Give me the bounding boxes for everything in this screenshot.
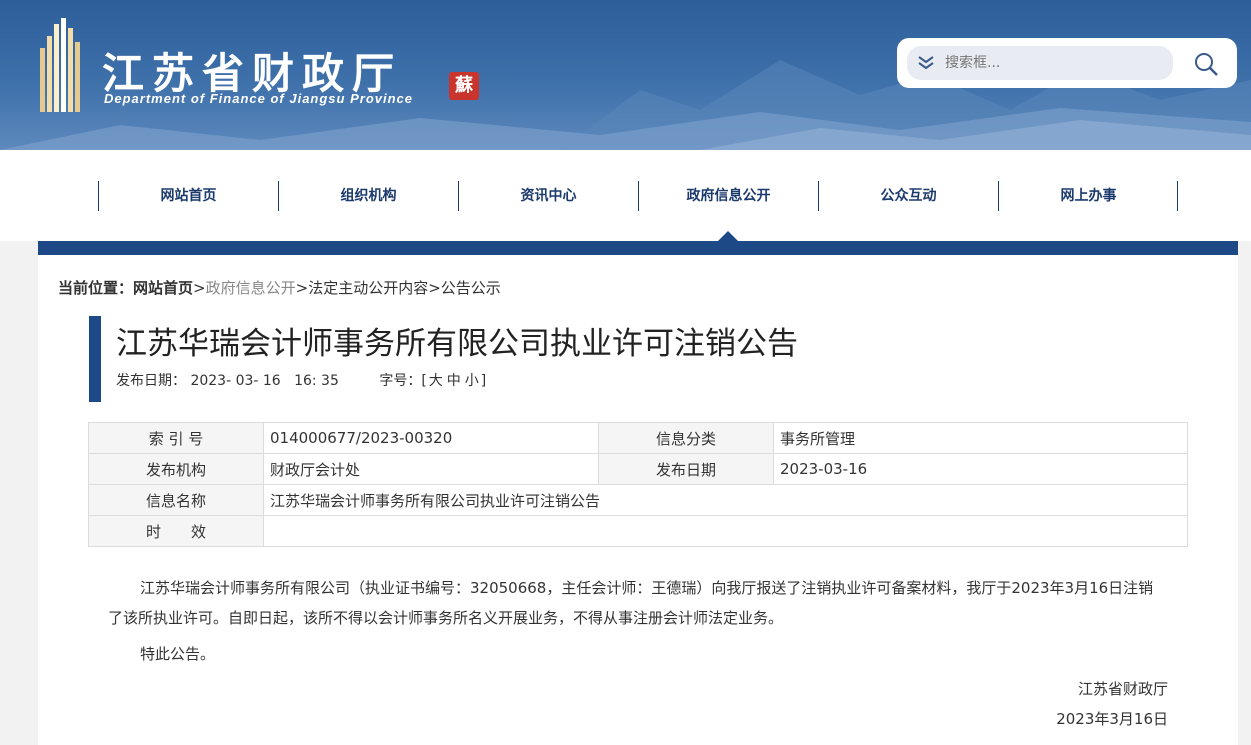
validity-label: 时 效 xyxy=(88,515,264,547)
seal-logo: 蘇 xyxy=(449,72,479,100)
font-medium-button[interactable]: 中 xyxy=(447,373,461,389)
publish-date-label: 发布日期： xyxy=(116,373,186,389)
breadcrumb-home-link[interactable]: 网站首页 xyxy=(133,279,193,297)
breadcrumb-link-gov-info[interactable]: 政府信息公开 xyxy=(206,279,296,297)
body-paragraph: 江苏华瑞会计师事务所有限公司（执业证书编号：32050668，主任会计师：王德瑞… xyxy=(108,579,1154,627)
article-meta: 发布日期： 2023- 03- 16 16: 35 字号：[大中小] xyxy=(116,370,486,390)
table-row: 索 引 号 014000677/2023-00320 信息分类 事务所管理 xyxy=(88,422,1188,454)
breadcrumb-sep: > xyxy=(193,279,206,297)
article-title: 江苏华瑞会计师事务所有限公司执业许可注销公告 xyxy=(116,326,798,362)
nav-item-gov-info[interactable]: 政府信息公开 xyxy=(638,181,818,211)
validity-value xyxy=(263,515,1188,547)
chevron-down-icon[interactable] xyxy=(917,55,935,71)
category-value: 事务所管理 xyxy=(773,422,1188,454)
search-input[interactable] xyxy=(945,46,1165,80)
font-size-close: ] xyxy=(480,373,487,389)
nav-divider xyxy=(1177,181,1178,211)
signer: 江苏省财政厅 xyxy=(1077,680,1168,698)
article-header: 江苏华瑞会计师事务所有限公司执业许可注销公告 发布日期： 2023- 03- 1… xyxy=(89,316,1089,402)
article-body: 江苏华瑞会计师事务所有限公司（执业证书编号：32050668，主任会计师：王德瑞… xyxy=(108,573,1168,669)
sign-date: 2023年3月16日 xyxy=(1056,710,1168,728)
breadcrumb: 当前位置：网站首页>政府信息公开>法定主动公开内容>公告公示 xyxy=(58,277,501,298)
table-row: 时 效 xyxy=(88,515,1188,547)
site-subtitle: Department of Finance of Jiangsu Provinc… xyxy=(104,91,413,106)
content-panel: 当前位置：网站首页>政府信息公开>法定主动公开内容>公告公示 江苏华瑞会计师事务… xyxy=(38,255,1238,745)
search-box xyxy=(897,38,1237,88)
breadcrumb-link-statutory[interactable]: 法定主动公开内容 xyxy=(308,279,428,297)
info-table: 索 引 号 014000677/2023-00320 信息分类 事务所管理 发布… xyxy=(88,422,1188,547)
search-icon[interactable] xyxy=(1193,51,1219,77)
font-size-label: 字号：[ xyxy=(379,373,427,389)
nav-item-home[interactable]: 网站首页 xyxy=(98,181,278,211)
publish-date-value: 2023- 03- 16 16: 35 xyxy=(190,373,339,389)
font-large-button[interactable]: 大 xyxy=(429,373,443,389)
name-value: 江苏华瑞会计师事务所有限公司执业许可注销公告 xyxy=(263,484,1188,516)
index-label: 索 引 号 xyxy=(88,422,264,454)
font-small-button[interactable]: 小 xyxy=(465,373,479,389)
main-nav: 网站首页 组织机构 资讯中心 政府信息公开 公众互动 网上办事 xyxy=(0,150,1251,241)
table-row: 发布机构 财政厅会计处 发布日期 2023-03-16 xyxy=(88,453,1188,485)
breadcrumb-sep: > xyxy=(428,279,441,297)
pubdate-value: 2023-03-16 xyxy=(773,453,1188,485)
org-label: 发布机构 xyxy=(88,453,264,485)
nav-item-news[interactable]: 资讯中心 xyxy=(458,181,638,211)
org-value: 财政厅会计处 xyxy=(263,453,599,485)
table-row: 信息名称 江苏华瑞会计师事务所有限公司执业许可注销公告 xyxy=(88,484,1188,516)
breadcrumb-link-notices[interactable]: 公告公示 xyxy=(441,279,501,297)
name-label: 信息名称 xyxy=(88,484,264,516)
search-field-wrap xyxy=(907,46,1173,80)
nav-item-online-services[interactable]: 网上办事 xyxy=(998,181,1178,211)
site-header-banner: 江苏省财政厅 Department of Finance of Jiangsu … xyxy=(0,0,1251,150)
body-paragraph: 特此公告。 xyxy=(140,645,216,663)
font-size-control: 字号：[大中小] xyxy=(379,373,486,389)
building-logo-icon xyxy=(40,18,80,112)
breadcrumb-sep: > xyxy=(295,279,309,297)
breadcrumb-label: 当前位置： xyxy=(58,279,134,297)
nav-item-interaction[interactable]: 公众互动 xyxy=(818,181,998,211)
pubdate-label: 发布日期 xyxy=(598,453,774,485)
category-label: 信息分类 xyxy=(598,422,774,454)
signature-block: 江苏省财政厅 2023年3月16日 xyxy=(1056,674,1168,734)
nav-underline-bar xyxy=(38,241,1238,255)
nav-item-organization[interactable]: 组织机构 xyxy=(278,181,458,211)
index-value: 014000677/2023-00320 xyxy=(263,422,599,454)
